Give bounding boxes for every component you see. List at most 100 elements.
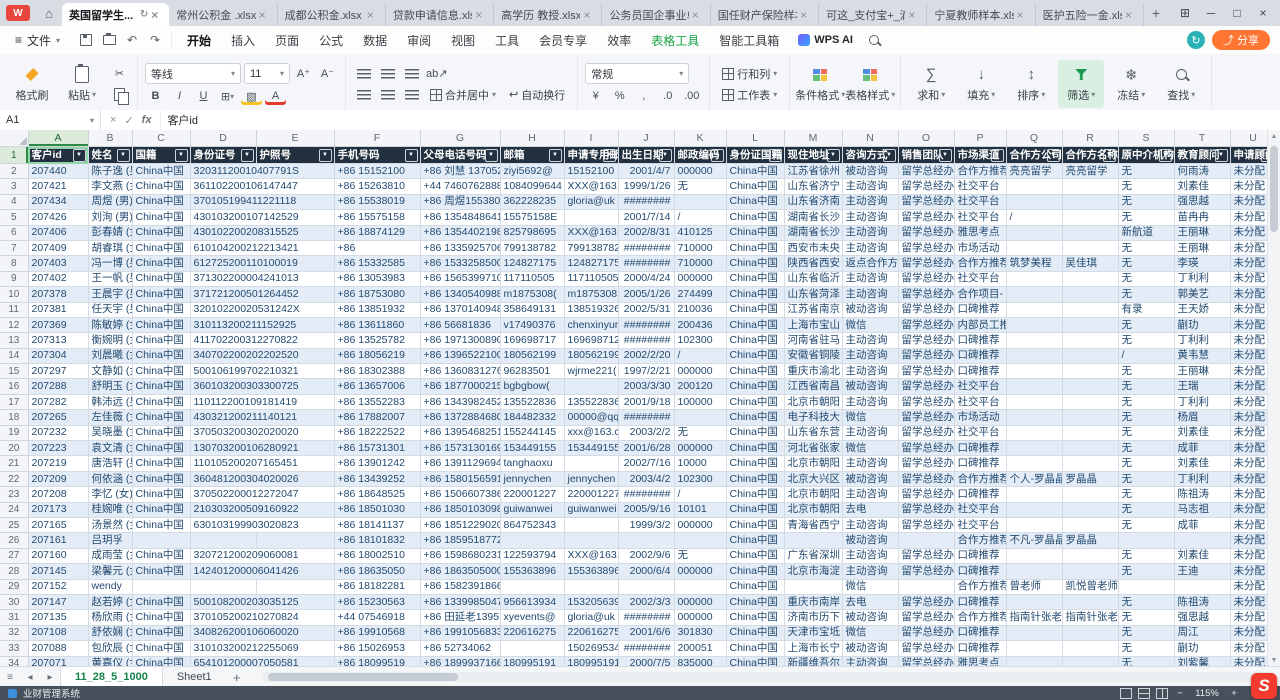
cell-O34[interactable]: 留学总经办 <box>898 656 954 666</box>
cell-C15[interactable]: China中国 <box>132 364 190 379</box>
vertical-scroll-thumb[interactable] <box>1270 146 1278 232</box>
cell-D7[interactable]: 610104200212213421 <box>190 240 256 255</box>
cell-D19[interactable]: 370503200302020020 <box>190 425 256 440</box>
cell-N34[interactable]: 主动咨询 <box>842 656 898 666</box>
cell-P25[interactable]: 社交平台 <box>954 517 1006 532</box>
cell-M2[interactable]: 江苏省徐州 <box>784 164 842 179</box>
cell-N19[interactable]: 主动咨询 <box>842 425 898 440</box>
file-tab[interactable]: 医护五险一金.xlsx× <box>1036 3 1144 26</box>
cell-T20[interactable]: 成菲 <box>1174 441 1230 456</box>
row-header-8[interactable]: 8 <box>0 256 28 271</box>
cell-C4[interactable]: China中国 <box>132 194 190 209</box>
cell-D21[interactable]: 110105200207165451 <box>190 456 256 471</box>
menu-tab-表格工具[interactable]: 表格工具 <box>641 28 709 53</box>
cell-U2[interactable]: 未分配 <box>1230 164 1268 179</box>
cell-N7[interactable]: 主动咨询 <box>842 240 898 255</box>
cell-J26[interactable] <box>618 533 674 548</box>
cell-K28[interactable]: 000000 <box>674 564 726 579</box>
cell-U15[interactable]: 未分配 <box>1230 364 1268 379</box>
stack-button-工作表[interactable]: 工作表▾ <box>717 86 782 104</box>
cell-J28[interactable]: 2000/6/4 <box>618 564 674 579</box>
cell-L25[interactable]: China中国 <box>726 517 784 532</box>
home-icon[interactable]: ⌂ <box>36 0 62 26</box>
cell-S18[interactable]: 无 <box>1118 410 1174 425</box>
cell-F13[interactable]: +86 13525782 <box>334 333 420 348</box>
cell-M21[interactable]: 北京市朝阳 <box>784 456 842 471</box>
name-box[interactable]: A1 ▾ <box>0 110 101 130</box>
tool-button-查找[interactable]: 查找▾ <box>1158 60 1204 108</box>
cell-B21[interactable]: 唐浩轩 (男) <box>88 456 132 471</box>
cell-L6[interactable]: China中国 <box>726 225 784 240</box>
cell-A31[interactable]: 207135 <box>28 610 88 625</box>
cell-Q27[interactable] <box>1006 548 1062 563</box>
cell-G15[interactable]: +86 1360831276 <box>420 364 500 379</box>
cell-N11[interactable]: 被动咨询 <box>842 302 898 317</box>
cell-N33[interactable]: 被动咨询 <box>842 641 898 656</box>
cell-H13[interactable]: 169698717 <box>500 333 564 348</box>
cell-U19[interactable]: 未分配 <box>1230 425 1268 440</box>
cell-D34[interactable]: 654101200007050581 <box>190 656 256 666</box>
cell-B27[interactable]: 成雨莹 (女 <box>88 548 132 563</box>
cell-G6[interactable]: +86 1354402198 <box>420 225 500 240</box>
cell-S20[interactable]: 无 <box>1118 441 1174 456</box>
cell-R16[interactable] <box>1062 379 1118 394</box>
row-header-11[interactable]: 11 <box>0 302 28 317</box>
cell-H5[interactable]: 15575158E <box>500 210 564 225</box>
scroll-down-icon[interactable]: ▼ <box>1271 654 1278 666</box>
cell-F8[interactable]: +86 15332585 <box>334 256 420 271</box>
row-header-30[interactable]: 30 <box>0 594 28 609</box>
cell-S34[interactable]: 无 <box>1118 656 1174 666</box>
cell-T34[interactable]: 刘紫馨 <box>1174 656 1230 666</box>
cell-O26[interactable] <box>898 533 954 548</box>
cell-P14[interactable]: 口碑推荐 <box>954 348 1006 363</box>
cell-C14[interactable]: China中国 <box>132 348 190 363</box>
cell-C27[interactable]: China中国 <box>132 548 190 563</box>
cell-J29[interactable] <box>618 579 674 594</box>
cell-I27[interactable]: XXX@163. <box>564 548 618 563</box>
cell-T28[interactable]: 王迪 <box>1174 564 1230 579</box>
cell-B17[interactable]: 韩沛远 (男 <box>88 394 132 409</box>
row-header-29[interactable]: 29 <box>0 579 28 594</box>
cell-R21[interactable] <box>1062 456 1118 471</box>
cell-B10[interactable]: 王晨宇 (男 <box>88 287 132 302</box>
cell-S8[interactable]: 无 <box>1118 256 1174 271</box>
cell-O5[interactable]: 留学总经办 <box>898 210 954 225</box>
cell-L10[interactable]: China中国 <box>726 287 784 302</box>
cell-O28[interactable]: 留学总经办 <box>898 564 954 579</box>
cell-U25[interactable]: 未分配 <box>1230 517 1268 532</box>
cell-S30[interactable]: 无 <box>1118 594 1174 609</box>
cell-Q25[interactable] <box>1006 517 1062 532</box>
cell-G19[interactable]: +86 1395468251 <box>420 425 500 440</box>
cell-U28[interactable]: 未分配 <box>1230 564 1268 579</box>
cell-I17[interactable]: 135522836 <box>564 394 618 409</box>
cell-C32[interactable]: China中国 <box>132 625 190 640</box>
cell-R10[interactable] <box>1062 287 1118 302</box>
cell-P31[interactable]: 合作方推荐 <box>954 610 1006 625</box>
cell-Q23[interactable] <box>1006 487 1062 502</box>
cell-M7[interactable]: 西安市未央 <box>784 240 842 255</box>
cell-C26[interactable] <box>132 533 190 548</box>
cell-A15[interactable]: 207297 <box>28 364 88 379</box>
cell-header-M1[interactable]: 现住地址▼ <box>784 147 842 164</box>
zoom-in-icon[interactable]: + <box>1228 688 1240 699</box>
wps-ai-button[interactable]: WPS AI <box>790 31 861 49</box>
cell-O17[interactable]: 留学总经办 <box>898 394 954 409</box>
cell-K34[interactable]: 835000 <box>674 656 726 666</box>
cell-M6[interactable]: 湖南省长沙 <box>784 225 842 240</box>
cell-L11[interactable]: China中国 <box>726 302 784 317</box>
cell-P12[interactable]: 内部员工推荐 <box>954 317 1006 332</box>
cell-K12[interactable]: 200436 <box>674 317 726 332</box>
tool-button-求和[interactable]: ∑求和▾ <box>908 60 954 108</box>
cell-C19[interactable]: China中国 <box>132 425 190 440</box>
cell-I10[interactable]: m1875308 <box>564 287 618 302</box>
file-tab[interactable]: 贷款申请信息.xlsx× <box>386 3 494 26</box>
cell-header-U1[interactable]: 申请顾问▼ <box>1230 147 1268 164</box>
cell-F3[interactable]: +86 15263810 <box>334 179 420 194</box>
cell-Q10[interactable] <box>1006 287 1062 302</box>
cell-B15[interactable]: 文静如 (女 <box>88 364 132 379</box>
filter-icon[interactable]: ▼ <box>1215 149 1228 162</box>
cell-J22[interactable]: 2003/4/2 <box>618 471 674 486</box>
cell-O22[interactable]: 留学总经办 <box>898 471 954 486</box>
cell-A20[interactable]: 207223 <box>28 441 88 456</box>
cell-R26[interactable]: 罗晶晶 <box>1062 533 1118 548</box>
